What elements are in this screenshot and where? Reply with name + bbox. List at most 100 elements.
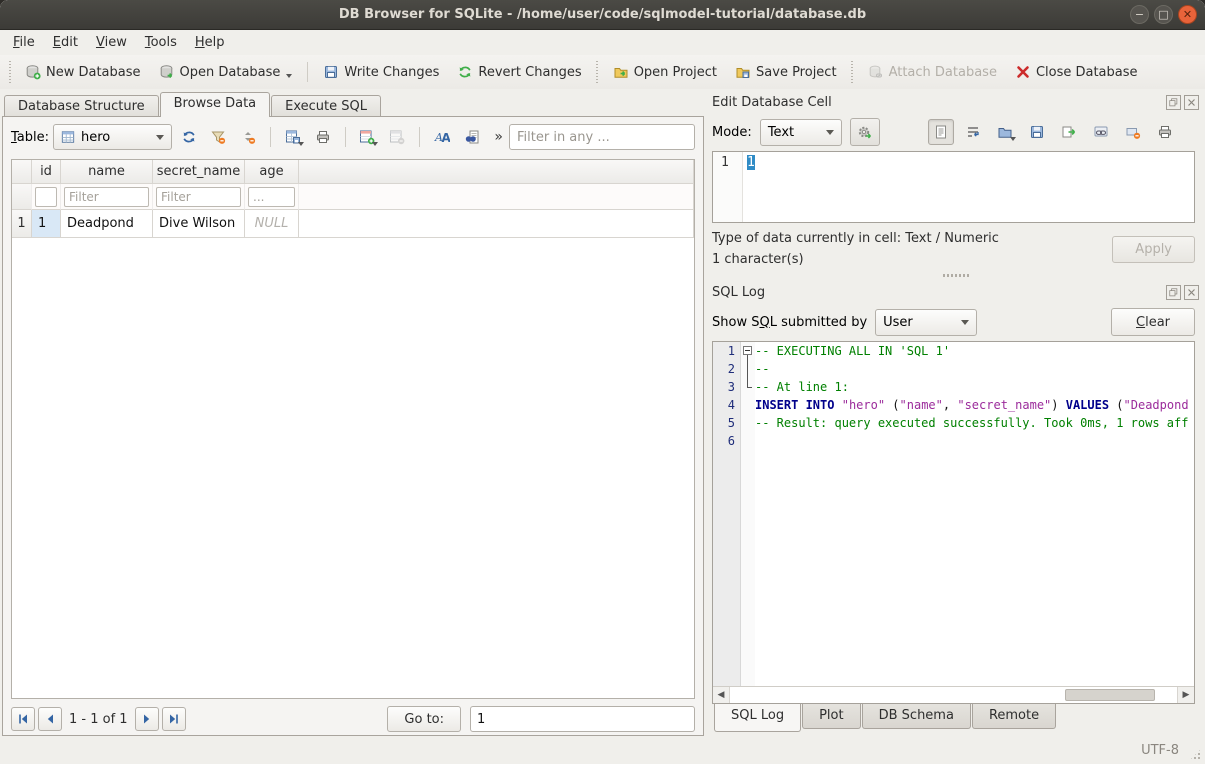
cell-id[interactable]: 1: [32, 210, 61, 238]
print-icon: [1157, 124, 1173, 140]
sql-log-body[interactable]: 1-- EXECUTING ALL IN 'SQL 1'2--3-- At li…: [713, 342, 1194, 686]
filter-any-input[interactable]: [509, 124, 695, 150]
open-project-button[interactable]: Open Project: [605, 59, 725, 85]
import-cell-data-button[interactable]: [992, 119, 1018, 145]
overflow-chevron-icon[interactable]: »: [494, 129, 503, 145]
filter-input-id[interactable]: [35, 187, 57, 207]
row-range-label: 1 - 1 of 1: [69, 712, 128, 727]
column-header-age[interactable]: age: [245, 160, 299, 184]
save-table-button[interactable]: [280, 124, 306, 150]
float-dock-icon[interactable]: [1166, 95, 1181, 110]
maximize-icon[interactable]: □: [1154, 5, 1173, 24]
goto-input[interactable]: [470, 706, 695, 732]
text-mode-button[interactable]: [928, 119, 954, 145]
insert-record-dropdown-icon[interactable]: [372, 142, 378, 146]
import-dropdown-icon[interactable]: [1010, 137, 1016, 141]
horizontal-scrollbar[interactable]: ◀ ▶: [713, 686, 1194, 703]
auto-apply-button[interactable]: [850, 118, 880, 146]
open-project-icon: [613, 64, 629, 80]
grid-corner-header[interactable]: [12, 160, 32, 184]
first-page-button[interactable]: [11, 707, 35, 731]
float-dock-icon[interactable]: [1166, 285, 1181, 300]
insert-record-button[interactable]: [355, 124, 381, 150]
write-changes-button[interactable]: Write Changes: [315, 59, 447, 85]
dock-tab-db-schema[interactable]: DB Schema: [862, 704, 971, 729]
open-database-button[interactable]: Open Database: [151, 59, 301, 85]
main-toolbar: New Database Open Database Write Changes…: [0, 55, 1205, 89]
font-settings-button[interactable]: AA: [429, 124, 455, 150]
edit-cell-toolbar: [928, 119, 1178, 145]
sql-source-select[interactable]: User: [875, 309, 977, 336]
filter-input-secret-name[interactable]: [156, 187, 241, 207]
filter-cell: [245, 184, 299, 210]
scroll-right-icon[interactable]: ▶: [1177, 687, 1194, 703]
dock-tab-remote[interactable]: Remote: [972, 704, 1056, 729]
cell-secret-name[interactable]: Dive Wilson: [153, 210, 245, 238]
next-page-icon: [141, 713, 153, 725]
save-project-button[interactable]: Save Project: [727, 59, 845, 85]
scrollbar-track[interactable]: [730, 687, 1177, 703]
tab-browse-data[interactable]: Browse Data: [160, 92, 271, 117]
cell-name[interactable]: Deadpond: [61, 210, 153, 238]
table-select[interactable]: hero: [53, 124, 172, 150]
scroll-left-icon[interactable]: ◀: [713, 687, 730, 703]
dock-tab-sql-log[interactable]: SQL Log: [714, 704, 801, 732]
close-database-button[interactable]: Close Database: [1007, 59, 1146, 85]
fold-marker-icon[interactable]: [741, 342, 755, 360]
column-header-id[interactable]: id: [32, 160, 61, 184]
find-in-table-button[interactable]: [459, 124, 485, 150]
menu-tools[interactable]: Tools: [136, 32, 186, 53]
toolbar-separator: [419, 127, 420, 147]
refresh-button[interactable]: [176, 124, 202, 150]
column-header-name[interactable]: name: [61, 160, 153, 184]
line-number: 5: [713, 414, 741, 432]
dock-splitter-handle[interactable]: [712, 269, 1199, 281]
new-database-button[interactable]: New Database: [17, 59, 149, 85]
copy-link-button[interactable]: [1088, 119, 1114, 145]
close-icon[interactable]: ✕: [1178, 5, 1197, 24]
open-database-dropdown-icon[interactable]: [286, 74, 292, 78]
open-in-external-button[interactable]: [1056, 119, 1082, 145]
mode-select[interactable]: Text: [760, 119, 842, 146]
revert-changes-button[interactable]: Revert Changes: [449, 59, 589, 85]
clear-filters-button[interactable]: [206, 124, 232, 150]
grid-header-row: idnamesecret_nameage: [12, 160, 694, 184]
export-cell-data-button[interactable]: [1024, 119, 1050, 145]
sql-log-line: 2--: [713, 360, 1194, 378]
sql-log-line: 1-- EXECUTING ALL IN 'SQL 1': [713, 342, 1194, 360]
last-page-button[interactable]: [162, 707, 186, 731]
previous-page-button[interactable]: [38, 707, 62, 731]
menu-help[interactable]: Help: [186, 32, 234, 53]
menu-edit[interactable]: Edit: [44, 32, 87, 53]
clear-log-button[interactable]: Clear: [1111, 308, 1195, 336]
clear-sorting-button[interactable]: [235, 124, 261, 150]
menu-view[interactable]: View: [87, 32, 136, 53]
minimize-icon[interactable]: −: [1130, 5, 1149, 24]
print-table-button[interactable]: [310, 124, 336, 150]
scrollbar-thumb[interactable]: [1065, 689, 1155, 701]
filter-input-age[interactable]: [248, 187, 295, 207]
main-tabbar: Database StructureBrowse DataExecute SQL: [2, 91, 704, 116]
dock-tab-plot[interactable]: Plot: [802, 704, 861, 729]
next-page-button[interactable]: [135, 707, 159, 731]
close-dock-icon[interactable]: [1184, 95, 1199, 110]
table-row[interactable]: 11DeadpondDive WilsonNULL: [12, 210, 694, 238]
goto-button[interactable]: Go to:: [387, 706, 461, 732]
word-wrap-button[interactable]: [960, 119, 986, 145]
toolbar-drag-handle: [595, 61, 600, 83]
filter-input-name[interactable]: [64, 187, 149, 207]
close-dock-icon[interactable]: [1184, 285, 1199, 300]
cell-editor[interactable]: 1 1: [712, 151, 1195, 223]
save-table-dropdown-icon[interactable]: [298, 142, 304, 146]
tab-execute-sql[interactable]: Execute SQL: [271, 95, 381, 117]
tab-database-structure[interactable]: Database Structure: [4, 95, 159, 117]
column-header-secret-name[interactable]: secret_name: [153, 160, 245, 184]
resize-grip[interactable]: [1189, 748, 1202, 761]
print-cell-button[interactable]: [1152, 119, 1178, 145]
set-null-button[interactable]: [1120, 119, 1146, 145]
cell-age[interactable]: NULL: [245, 210, 299, 238]
open-project-label: Open Project: [634, 65, 717, 80]
filter-row-header: [12, 184, 32, 210]
menu-file[interactable]: File: [4, 32, 44, 53]
new-database-icon: [25, 64, 41, 80]
